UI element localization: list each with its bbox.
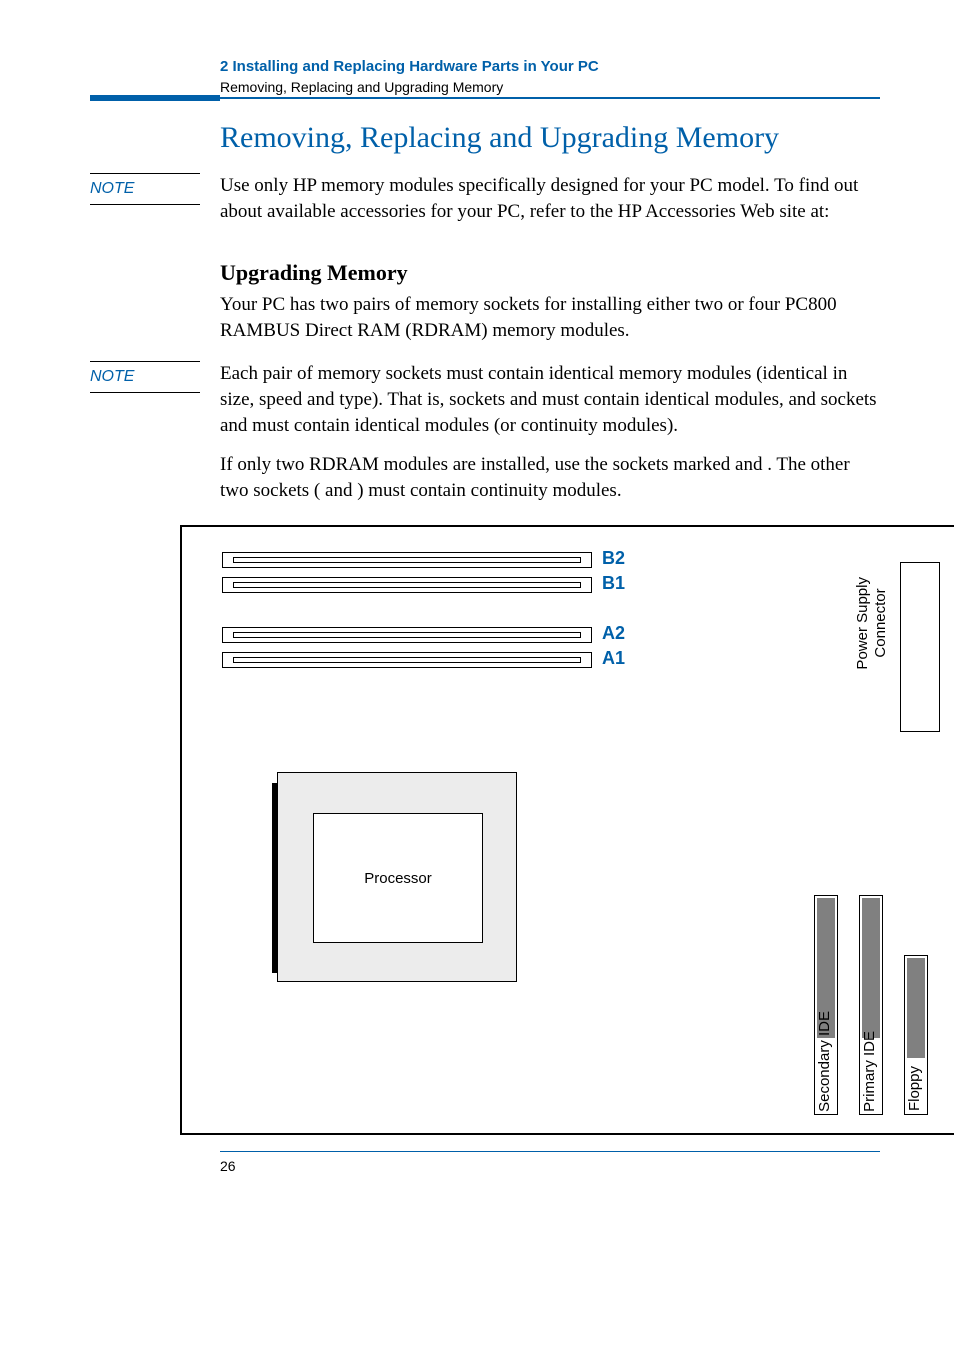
processor-side-rail — [272, 783, 278, 973]
slot-label-b2: B2 — [602, 548, 625, 569]
note-2-text: Each pair of memory sockets must contain… — [220, 361, 880, 438]
footer-rule — [220, 1151, 880, 1152]
processor-label: Processor — [313, 813, 483, 943]
note-label-2: NOTE — [90, 361, 200, 393]
power-supply-label: Power SupplyConnector — [854, 577, 890, 670]
chapter-header: 2 Installing and Replacing Hardware Part… — [220, 58, 884, 75]
processor-block: Processor — [277, 772, 517, 982]
accent-bar — [90, 95, 220, 101]
motherboard-diagram: B2 B1 A2 A1 Processor Power SupplyConnec… — [180, 525, 954, 1135]
slot-label-b1: B1 — [602, 573, 625, 594]
memory-slot-a2 — [222, 627, 592, 643]
memory-slot-b2 — [222, 552, 592, 568]
after-note-paragraph: If only two RDRAM modules are installed,… — [220, 452, 880, 503]
floppy-label: Floppy — [906, 1066, 923, 1111]
note-label-1: NOTE — [90, 173, 200, 205]
top-rule — [220, 97, 880, 99]
memory-slot-b1 — [222, 577, 592, 593]
memory-slot-a1 — [222, 652, 592, 668]
page-number: 26 — [220, 1158, 884, 1174]
section-intro: Your PC has two pairs of memory sockets … — [220, 292, 880, 343]
secondary-ide-label: Secondary IDE — [816, 1011, 833, 1112]
slot-label-a1: A1 — [602, 648, 625, 669]
note-1-text: Use only HP memory modules specifically … — [220, 173, 880, 224]
slot-label-a2: A2 — [602, 623, 625, 644]
section-heading: Upgrading Memory — [220, 258, 880, 288]
chapter-subtitle: Removing, Replacing and Upgrading Memory — [220, 79, 884, 95]
page-title: Removing, Replacing and Upgrading Memory — [220, 121, 884, 155]
primary-ide-label: Primary IDE — [861, 1031, 878, 1112]
power-supply-connector — [900, 562, 940, 732]
